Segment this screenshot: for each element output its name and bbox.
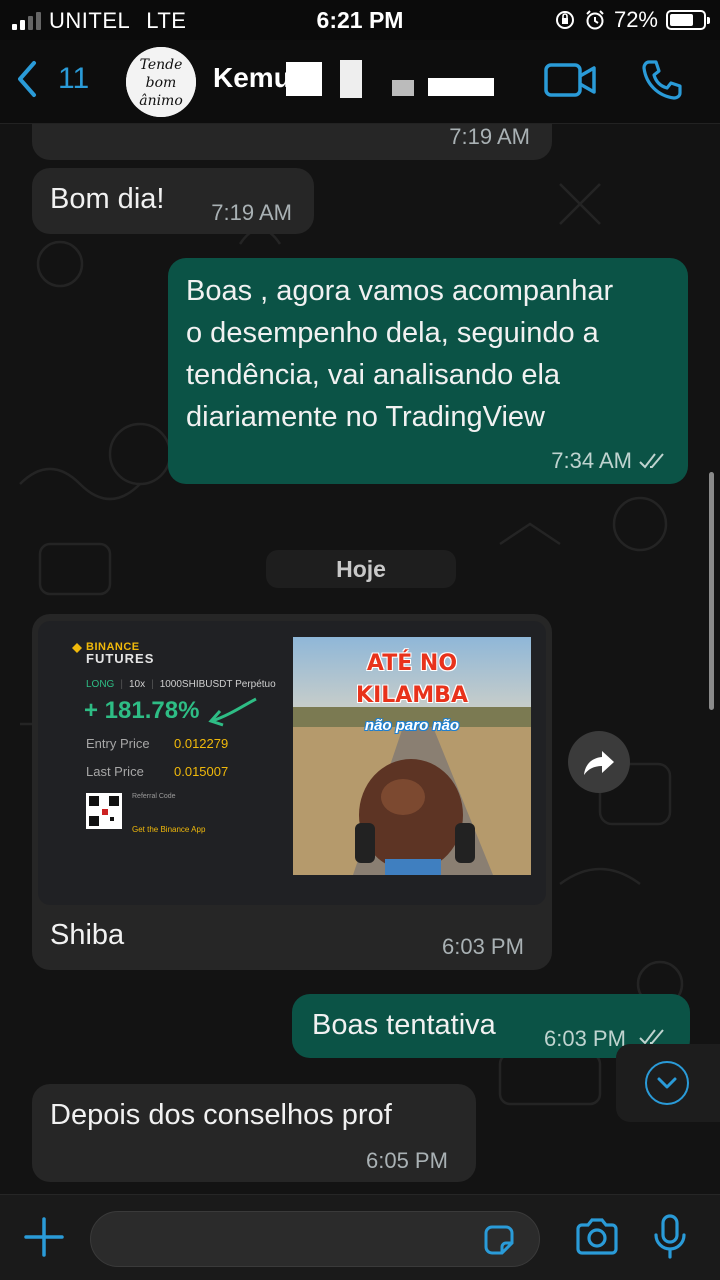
position-leverage: 10x (128, 679, 146, 690)
alarm-icon (586, 10, 604, 30)
message-text: Depois dos conselhos prof (50, 1099, 392, 1131)
microphone-icon[interactable] (652, 1213, 688, 1261)
message-line: o desempenho dela, seguindo a (186, 317, 599, 349)
day-separator: Hoje (266, 550, 456, 588)
message-incoming[interactable]: Depois dos conselhos prof 6:05 PM (32, 1084, 476, 1182)
avatar-text-1: Tende (140, 57, 183, 73)
arrow-annotation-icon (208, 697, 257, 727)
message-time: 7:19 AM (449, 124, 530, 149)
message-time: 6:03 PM (442, 934, 524, 959)
binance-product: FUTURES (86, 651, 155, 666)
message-incoming[interactable]: Bom dia! 7:19 AM (32, 168, 314, 234)
redaction-block (428, 78, 494, 96)
binance-app-label: Get the Binance App (132, 825, 206, 834)
entry-price-label: Entry Price (86, 736, 150, 751)
position-symbol: 1000SHIBUSDT Perpétuo (159, 679, 276, 690)
plus-icon[interactable] (22, 1215, 66, 1259)
binance-logo-icon (72, 643, 82, 653)
meme-image: ATÉ NO KILAMBA não paro não (293, 637, 531, 875)
sticker-icon[interactable] (482, 1223, 516, 1257)
redaction-block (286, 62, 322, 96)
avatar-image: Tende bom ânimo (126, 47, 196, 117)
message-line: tendência, vai analisando ela (186, 359, 561, 391)
forward-icon (584, 751, 614, 775)
last-price-value: 0.015007 (174, 764, 229, 779)
message-time: 6:03 PM (544, 1026, 626, 1051)
message-outgoing[interactable]: Boas , agora vamos acompanhar o desempen… (168, 258, 688, 484)
message-time: 7:19 AM (211, 200, 292, 225)
referral-label: Referral Code (132, 793, 176, 800)
avatar[interactable]: Tende bom ânimo (126, 47, 196, 117)
scroll-to-bottom-button[interactable] (616, 1044, 720, 1122)
message-text: Bom dia! (50, 183, 165, 215)
status-bar: UNITEL LTE 6:21 PM 72% (0, 0, 720, 40)
status-icons: 72% (554, 7, 710, 33)
last-price-label: Last Price (86, 764, 144, 779)
message-time: 7:34 AM (551, 448, 632, 473)
unread-count: 11 (58, 62, 90, 95)
meme-caption-1: ATÉ NO (366, 651, 458, 676)
meme-caption-2: KILAMBA (356, 683, 468, 708)
back-chevron-icon (18, 61, 36, 97)
chevron-down-icon (645, 1061, 689, 1105)
message-time: 6:05 PM (366, 1148, 448, 1173)
message-line: Boas , agora vamos acompanhar (186, 275, 614, 307)
battery-percent: 72% (613, 7, 658, 32)
camera-icon[interactable] (574, 1217, 620, 1257)
meme-caption-3: não paro não (364, 717, 460, 734)
scrollbar[interactable] (709, 472, 714, 710)
back-button[interactable]: 11 (16, 60, 89, 98)
shared-image[interactable]: BINANCE FUTURES LONG | 10x | 1000SHIBUSD… (38, 621, 546, 905)
redaction-block (392, 80, 414, 96)
image-caption: Shiba (50, 919, 125, 951)
position-side: LONG (86, 679, 115, 690)
battery-icon (666, 10, 710, 30)
chat-area[interactable]: 7:19 AM Bom dia! 7:19 AM Boas , agora va… (0, 124, 720, 1194)
message-incoming[interactable]: 7:19 AM (32, 124, 552, 160)
orientation-lock-icon (555, 11, 574, 29)
position-info: LONG | 10x | 1000SHIBUSDT Perpétuo (86, 679, 276, 690)
chat-header: 11 Tende bom ânimo Kemuk (0, 40, 720, 124)
redaction-block (340, 60, 362, 98)
message-input[interactable] (90, 1211, 540, 1267)
avatar-text-3: ânimo (139, 93, 183, 109)
qr-code-icon (86, 793, 122, 829)
message-line: diariamente no TradingView (186, 401, 545, 433)
message-text: Boas tentativa (312, 1009, 496, 1041)
entry-price-value: 0.012279 (174, 736, 229, 751)
input-bar (0, 1194, 720, 1280)
voice-call-icon[interactable] (640, 58, 684, 102)
double-check-icon (639, 453, 664, 469)
forward-button[interactable] (568, 731, 630, 793)
avatar-text-2: bom (146, 75, 177, 91)
video-call-icon[interactable] (544, 62, 596, 98)
pnl-percent: + 181.78% (84, 697, 200, 724)
